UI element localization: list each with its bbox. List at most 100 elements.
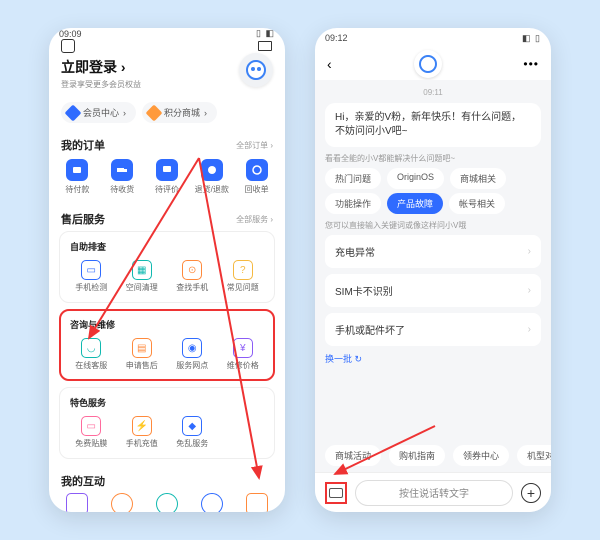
interact-row: [49, 493, 285, 512]
chevron-right-icon: ›: [528, 324, 531, 335]
status-time: 09:12: [325, 33, 348, 43]
input-bar: 按住说话转文字 +: [315, 472, 551, 512]
orders-row: 待付款 待收货 待评价 退货/退款 回收单: [49, 157, 285, 203]
chat-header: ‹ •••: [315, 48, 551, 80]
aftersale-title: 售后服务: [61, 211, 105, 227]
settings-hex-icon[interactable]: [61, 39, 75, 53]
wallet-icon: [66, 159, 88, 181]
tag-hot[interactable]: 热门问题: [325, 168, 381, 189]
pill-member-center[interactable]: 会员中心 ›: [61, 102, 136, 123]
plus-button[interactable]: +: [521, 483, 541, 503]
tag-product-fault[interactable]: 产品故障: [387, 193, 443, 214]
status-bar: 09:12 ◧ ▯: [315, 28, 551, 48]
phone-icon: ▭: [81, 260, 101, 280]
order-pending-review[interactable]: 待评价: [145, 159, 190, 195]
greeting-bubble: Hi，亲爱的V粉，新年快乐！有什么问题，不妨问问小V吧~: [325, 103, 541, 147]
tag-row: 功能操作 产品故障 帐号相关: [325, 193, 541, 214]
tag-row: 热门问题 OriginOS 商城相关: [325, 168, 541, 189]
item-online-service[interactable]: ◡在线客服: [66, 335, 117, 374]
chevron-right-icon: ›: [121, 59, 126, 75]
login-title: 立即登录: [61, 59, 117, 75]
order-pending-payment[interactable]: 待付款: [55, 159, 100, 195]
interact-item[interactable]: [246, 493, 268, 512]
interact-item[interactable]: [201, 493, 223, 512]
item-apply-aftersale[interactable]: ▤申请售后: [117, 335, 168, 374]
status-time: 09:09: [59, 29, 82, 39]
bot-avatar: [414, 50, 442, 78]
question-icon: ?: [233, 260, 253, 280]
orders-header: 我的订单 全部订单 ›: [49, 129, 285, 157]
phone-left: 09:09 ▯ ◧ 立即登录 › 登录享受更多会员权益 会员中心 › 积分商城 …: [49, 28, 285, 512]
item-free-service[interactable]: ◆免乱服务: [167, 413, 218, 452]
suggest-item[interactable]: 机型对比: [517, 445, 551, 466]
order-recycle[interactable]: 回收单: [234, 159, 279, 195]
suggest-item[interactable]: 购机指南: [389, 445, 445, 466]
item-space-clean[interactable]: ▦空间清理: [117, 257, 168, 296]
chevron-right-icon: ›: [528, 246, 531, 257]
chat-timestamp: 09:11: [325, 88, 541, 97]
chevron-right-icon: ›: [528, 285, 531, 296]
search-icon: ⊙: [182, 260, 202, 280]
top-bar: [49, 39, 285, 53]
group-self-check: 自助排查 ▭手机检测 ▦空间清理 ⊙查找手机 ?常见问题: [59, 231, 275, 303]
capabilities-hint: 看看全能的小V都能解决什么问题吧~: [325, 153, 541, 164]
item-find-phone[interactable]: ⊙查找手机: [167, 257, 218, 296]
tag-originos[interactable]: OriginOS: [387, 168, 444, 189]
pill-row: 会员中心 › 积分商城 ›: [49, 96, 285, 129]
pill-points-mall[interactable]: 积分商城 ›: [142, 102, 217, 123]
recharge-icon: ⚡: [132, 416, 152, 436]
keyboard-toggle[interactable]: [325, 482, 347, 504]
faq-sim[interactable]: SIM卡不识别›: [325, 274, 541, 307]
group-consult-repair: 咨询与维修 ◡在线客服 ▤申请售后 ◉服务网点 ¥维修价格: [59, 309, 275, 381]
login-subtitle: 登录享受更多会员权益: [61, 79, 273, 90]
more-icon[interactable]: •••: [523, 57, 539, 71]
item-phone-detect[interactable]: ▭手机检测: [66, 257, 117, 296]
interact-title: 我的互动: [61, 473, 105, 489]
item-faq[interactable]: ?常见问题: [218, 257, 269, 296]
back-icon[interactable]: ‹: [327, 56, 332, 72]
status-bar: 09:09 ▯ ◧: [49, 28, 285, 39]
input-hint: 您可以直接输入关键词或像这样问小V哦: [325, 220, 541, 231]
order-refund[interactable]: 退货/退款: [189, 159, 234, 195]
faq-broken[interactable]: 手机或配件坏了›: [325, 313, 541, 346]
headset-icon: ◡: [81, 338, 101, 358]
tag-mall[interactable]: 商城相关: [450, 168, 506, 189]
orders-more[interactable]: 全部订单 ›: [236, 140, 273, 151]
broom-icon: ▦: [132, 260, 152, 280]
orders-title: 我的订单: [61, 137, 105, 153]
chat-icon: [156, 159, 178, 181]
group-title: 咨询与维修: [66, 316, 268, 335]
interact-item[interactable]: [111, 493, 133, 512]
item-recharge[interactable]: ⚡手机充值: [117, 413, 168, 452]
avatar[interactable]: [239, 53, 273, 87]
status-icons: ◧ ▯: [522, 33, 541, 44]
item-repair-price[interactable]: ¥维修价格: [218, 335, 269, 374]
cart-icon[interactable]: [257, 39, 273, 53]
item-service-point[interactable]: ◉服务网点: [167, 335, 218, 374]
diamond-icon: [146, 104, 163, 121]
group-title: 特色服务: [66, 394, 268, 413]
order-pending-receipt[interactable]: 待收货: [100, 159, 145, 195]
recycle-icon: [246, 159, 268, 181]
item-free-film[interactable]: ▭免费贴膜: [66, 413, 117, 452]
suggest-row[interactable]: 商城活动 购机指南 领券中心 机型对比 以: [315, 439, 551, 472]
interact-header: 我的互动: [49, 465, 285, 493]
diamond-icon: [65, 104, 82, 121]
faq-charge[interactable]: 充电异常›: [325, 235, 541, 268]
tag-account[interactable]: 帐号相关: [449, 193, 505, 214]
aftersale-header: 售后服务 全部服务 ›: [49, 203, 285, 231]
voice-input[interactable]: 按住说话转文字: [355, 480, 513, 506]
refresh-link[interactable]: 换一批 ↻: [325, 352, 541, 365]
suggest-item[interactable]: 领券中心: [453, 445, 509, 466]
aftersale-more[interactable]: 全部服务 ›: [236, 214, 273, 225]
tag-function[interactable]: 功能操作: [325, 193, 381, 214]
price-icon: ¥: [233, 338, 253, 358]
login-block[interactable]: 立即登录 › 登录享受更多会员权益: [49, 53, 285, 96]
service-icon: ◆: [182, 416, 202, 436]
status-icons: ▯ ◧: [256, 28, 275, 39]
suggest-item[interactable]: 商城活动: [325, 445, 381, 466]
form-icon: ▤: [132, 338, 152, 358]
keyboard-icon: [329, 488, 343, 498]
interact-item[interactable]: [66, 493, 88, 512]
interact-item[interactable]: [156, 493, 178, 512]
